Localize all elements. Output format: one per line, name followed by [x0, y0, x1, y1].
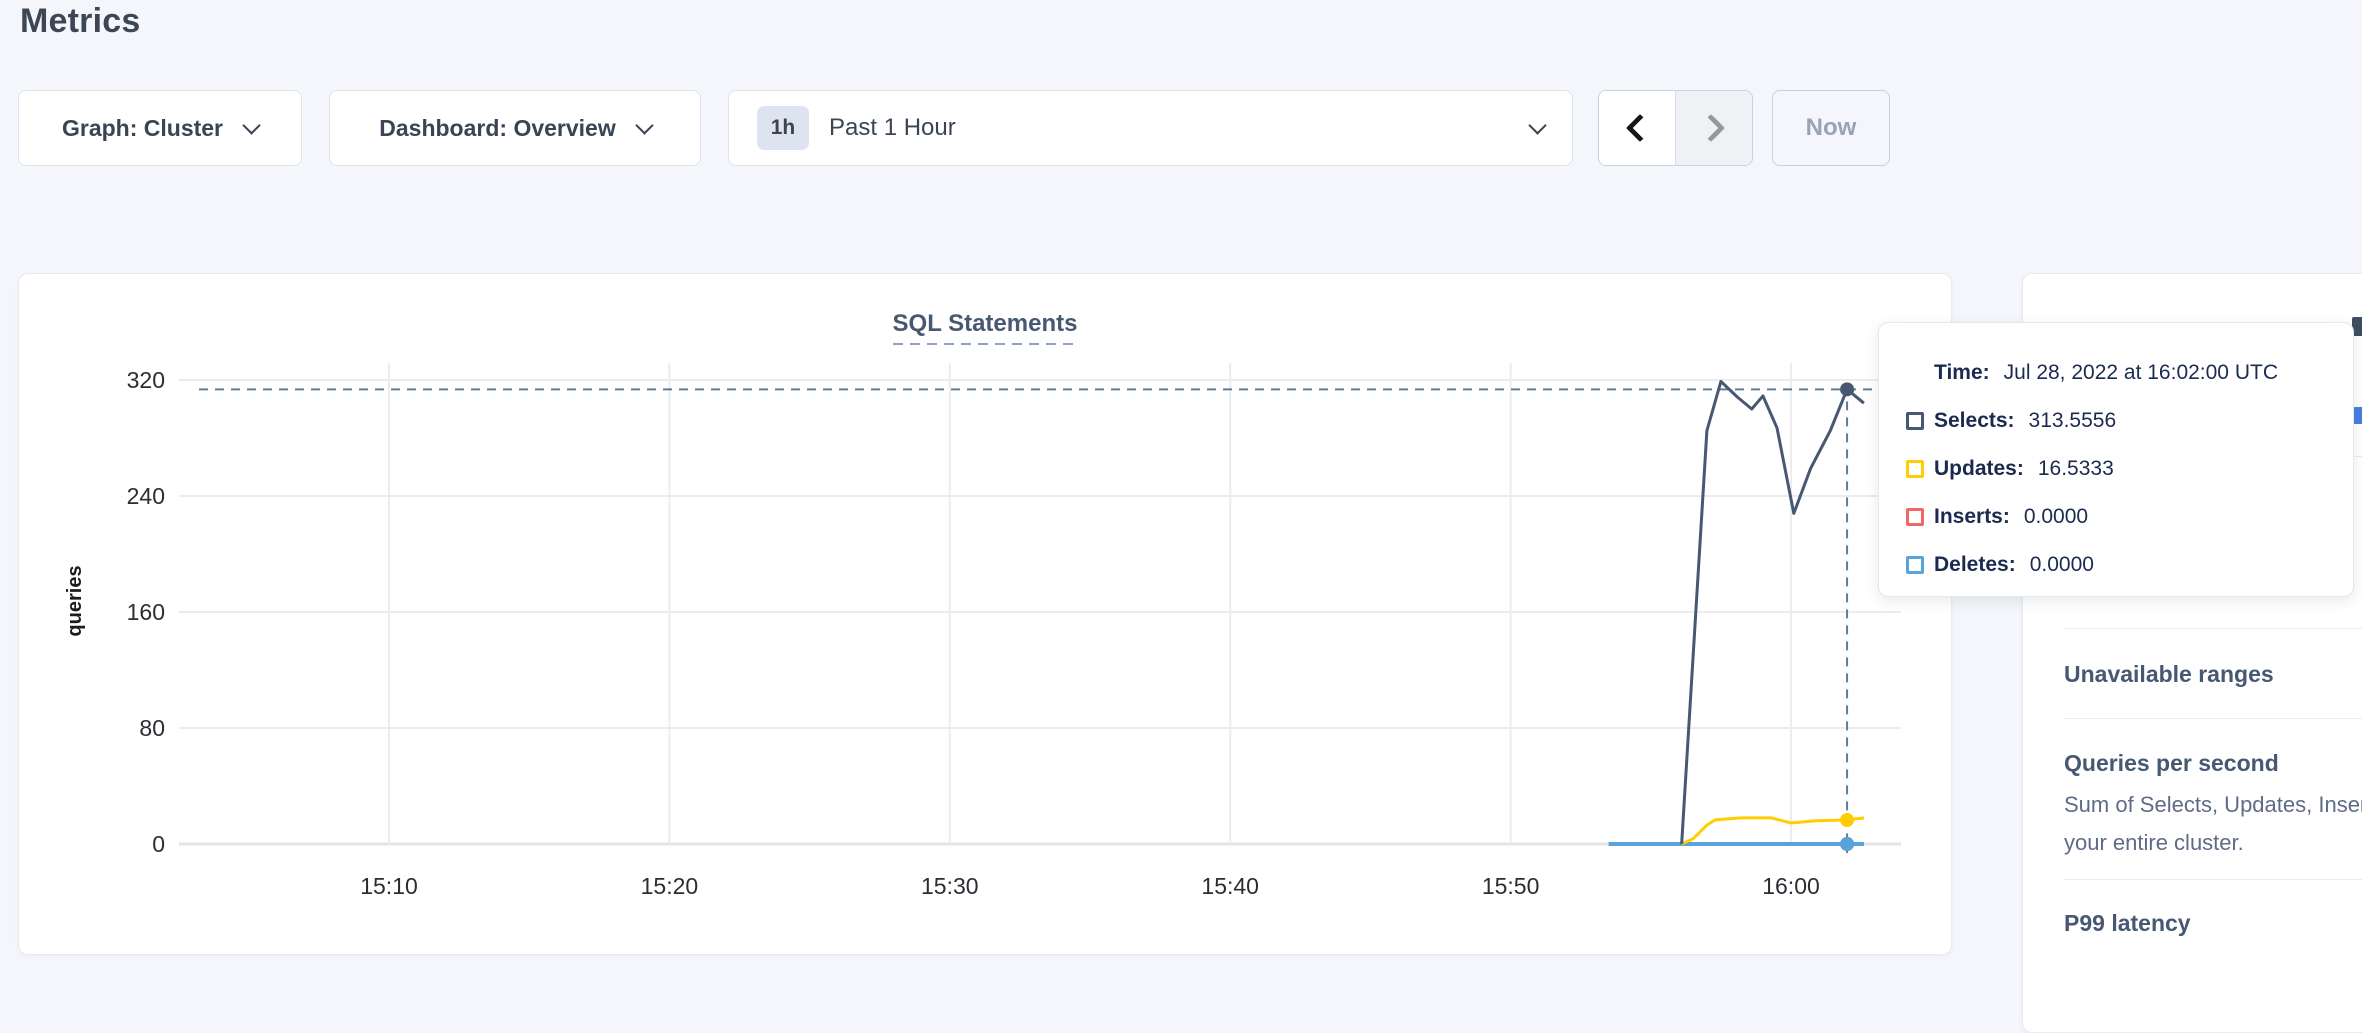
sql-statements-chart-svg[interactable]: 0 80 160 240 320 15:10 15:20 15:30 15:40 15:50 16:…	[19, 274, 1953, 956]
svg-text:15:40: 15:40	[1201, 873, 1259, 899]
tooltip-series-label: Updates:	[1934, 457, 2024, 481]
deletes-swatch-icon	[1906, 556, 1924, 574]
svg-text:160: 160	[127, 599, 165, 625]
svg-text:15:30: 15:30	[921, 873, 979, 899]
tooltip-time-label: Time:	[1934, 361, 1990, 385]
next-interval-button-disabled[interactable]	[1676, 91, 1752, 165]
tooltip-series-value: 0.0000	[2030, 553, 2094, 577]
tooltip-series-value: 0.0000	[2024, 505, 2088, 529]
tooltip-series-row: Deletes: 0.0000	[1906, 541, 2353, 589]
chart-hover-tooltip: Time: Jul 28, 2022 at 16:02:00 UTC Selec…	[1878, 322, 2354, 597]
chevron-left-icon	[1626, 114, 1654, 142]
selects-swatch-icon	[1906, 412, 1924, 430]
svg-text:queries: queries	[64, 565, 86, 636]
tooltip-series-value: 313.5556	[2029, 409, 2117, 433]
sql-statements-chart-card: SQL Statements 0 80 160 240 320 15:10 15:20 15:…	[18, 273, 1952, 955]
sidebar-divider	[2064, 879, 2362, 880]
tooltip-series-row: Updates: 16.5333	[1906, 445, 2353, 493]
svg-text:0: 0	[152, 831, 165, 857]
tooltip-time-value: Jul 28, 2022 at 16:02:00 UTC	[2004, 361, 2278, 385]
tooltip-series-label: Selects:	[1934, 409, 2015, 433]
tooltip-time-row: Time: Jul 28, 2022 at 16:02:00 UTC	[1906, 349, 2353, 397]
svg-text:80: 80	[139, 715, 165, 741]
cutoff-link-text-fragment	[2353, 407, 2362, 424]
sidebar-description-line: your entire cluster.	[2064, 830, 2244, 856]
tooltip-series-label: Inserts:	[1934, 505, 2010, 529]
sidebar-divider	[2064, 628, 2362, 629]
chevron-right-icon	[1697, 114, 1725, 142]
time-range-badge: 1h	[757, 106, 809, 150]
dashboard-dropdown-label: Dashboard: Overview	[379, 115, 615, 142]
page-title: Metrics	[20, 2, 140, 41]
dashboard-dropdown[interactable]: Dashboard: Overview	[329, 90, 701, 166]
sidebar-section-queries-per-second: Queries per second	[2064, 750, 2279, 777]
graph-dropdown-label: Graph: Cluster	[62, 115, 223, 142]
time-range-label: Past 1 Hour	[829, 114, 1511, 142]
svg-text:16:00: 16:00	[1762, 873, 1820, 899]
sidebar-divider	[2064, 718, 2362, 719]
svg-text:15:10: 15:10	[360, 873, 418, 899]
tooltip-series-row: Selects: 313.5556	[1906, 397, 2353, 445]
chevron-down-icon	[635, 116, 653, 134]
svg-text:320: 320	[127, 367, 165, 393]
time-step-buttons	[1598, 90, 1753, 166]
sidebar-section-p99-latency: P99 latency	[2064, 910, 2191, 937]
sidebar-description-line: Sum of Selects, Updates, Inser	[2064, 792, 2362, 818]
chevron-down-icon	[1528, 116, 1546, 134]
svg-text:15:20: 15:20	[641, 873, 699, 899]
time-range-dropdown[interactable]: 1h Past 1 Hour	[728, 90, 1573, 166]
svg-text:240: 240	[127, 483, 165, 509]
chart-title[interactable]: SQL Statements	[893, 310, 1078, 345]
sidebar-section-unavailable-ranges: Unavailable ranges	[2064, 661, 2274, 688]
chevron-down-icon	[242, 116, 260, 134]
inserts-swatch-icon	[1906, 508, 1924, 526]
prev-interval-button[interactable]	[1599, 91, 1676, 165]
tooltip-series-value: 16.5333	[2038, 457, 2114, 481]
svg-text:15:50: 15:50	[1482, 873, 1540, 899]
tooltip-series-row: Inserts: 0.0000	[1906, 493, 2353, 541]
updates-swatch-icon	[1906, 460, 1924, 478]
graph-dropdown[interactable]: Graph: Cluster	[18, 90, 302, 166]
now-button-disabled[interactable]: Now	[1772, 90, 1890, 166]
tooltip-series-label: Deletes:	[1934, 553, 2016, 577]
